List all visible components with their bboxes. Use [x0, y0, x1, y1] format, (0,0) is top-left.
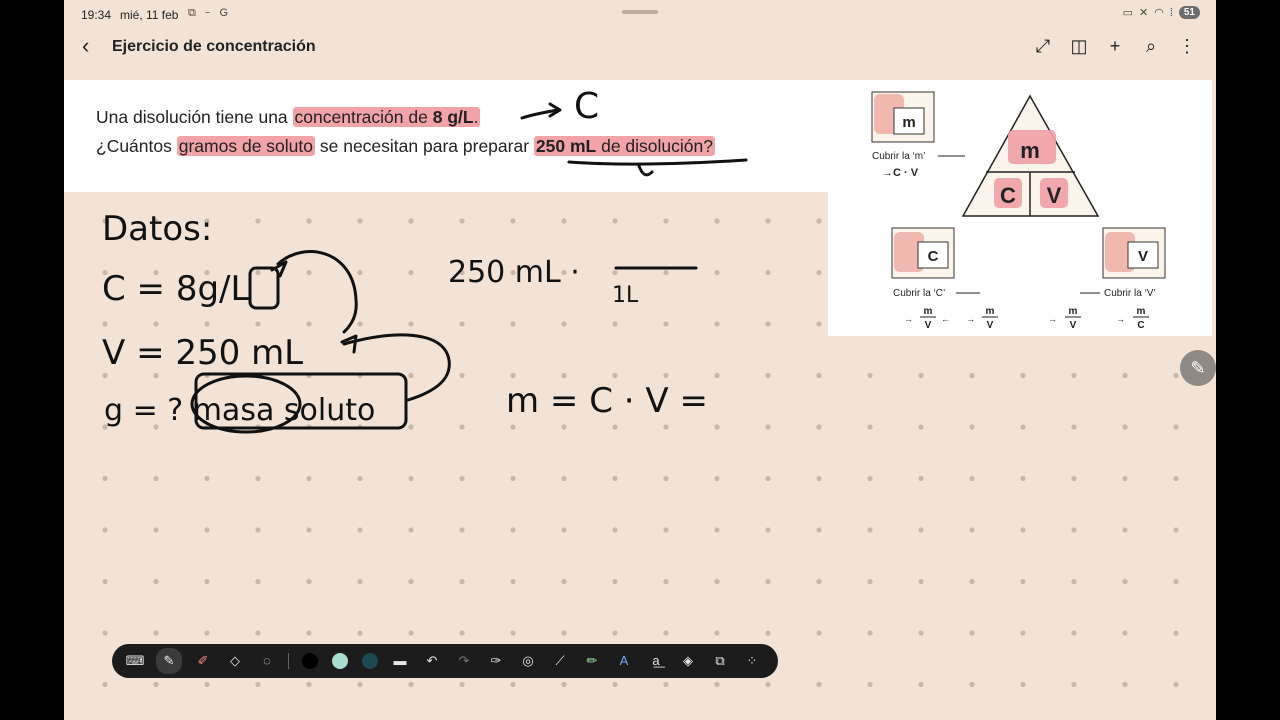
drawing-toolbar: ⌨ ✎ ✐ ◇ ◌ ▬ ↶ ↷ ✑ ◎ ⟋ ✏ A a͟ ◈ ⧉ ⁘: [112, 644, 778, 678]
keyboard-icon[interactable]: ⌨: [124, 650, 146, 672]
marker-icon[interactable]: ✏: [581, 650, 603, 672]
ink-v: V = 250 mL: [102, 333, 303, 373]
ink-layer: Datos: C = 8g/L V = 250 mL g = ? masa so…: [102, 86, 748, 434]
shape-pen-icon[interactable]: ✑: [485, 650, 507, 672]
text-box-icon[interactable]: a͟: [645, 650, 667, 672]
toolbar-separator: [288, 653, 289, 669]
ink-calc-den: 1L: [612, 283, 639, 308]
redo-icon[interactable]: ↷: [453, 650, 475, 672]
ink-underline: [567, 158, 748, 166]
stroke-width-icon[interactable]: ▬: [389, 650, 411, 672]
ink-datos: Datos:: [102, 209, 212, 249]
text-style-icon[interactable]: A: [613, 650, 635, 672]
ink-formula: m = C · V =: [506, 381, 708, 421]
lasso-icon[interactable]: ◌: [256, 650, 278, 672]
fill-icon[interactable]: ◎: [517, 650, 539, 672]
ink-underline-hook: [637, 164, 654, 177]
pen-tool-icon[interactable]: ✎: [156, 648, 182, 674]
undo-icon[interactable]: ↶: [421, 650, 443, 672]
pen-icon: ✎: [1190, 358, 1206, 378]
ink-box: [248, 266, 280, 310]
ink-arrow-loop: [342, 333, 451, 402]
ink-c: C = 8g/L: [102, 269, 250, 309]
ink-arrow-loop: [276, 250, 358, 334]
more-tools-icon[interactable]: ⁘: [741, 650, 763, 672]
ink-c-label: C: [574, 86, 599, 127]
ink-g: g = ? masa soluto: [104, 393, 375, 428]
sticker-icon[interactable]: ⧉: [709, 650, 731, 672]
color-teal[interactable]: [362, 653, 378, 669]
shapes-icon[interactable]: ◈: [677, 650, 699, 672]
eraser-icon[interactable]: ◇: [224, 650, 246, 672]
screen: 19:34 mié, 11 feb ⧉ ⁓ G ▭ ✕ ◠ ⁞ 51 ‹ Eje…: [64, 0, 1216, 720]
color-mint[interactable]: [332, 653, 348, 669]
highlighter-icon[interactable]: ✐: [192, 650, 214, 672]
ruler-pen-icon[interactable]: ⟋: [549, 650, 571, 672]
pen-fab-button[interactable]: ✎: [1180, 350, 1216, 386]
color-black[interactable]: [302, 653, 318, 669]
ink-calc: 250 mL ·: [448, 255, 580, 290]
